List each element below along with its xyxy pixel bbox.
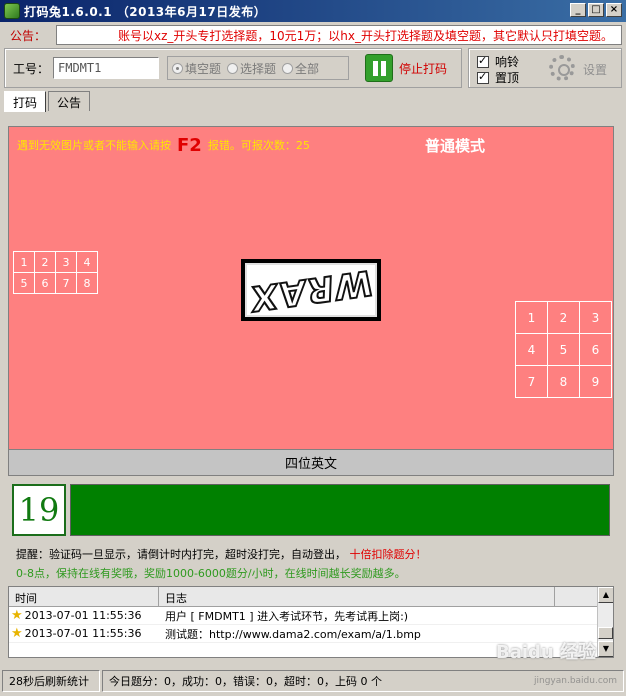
star-icon: ★ [11, 608, 23, 623]
radio-choice-dot[interactable] [227, 62, 239, 74]
radio-fill-label: 填空题 [185, 61, 222, 76]
topmost-checkbox[interactable]: 置顶 [477, 69, 519, 86]
log-message: 用户 [ FMDMT1 ] 进入考试环节，先考试再上岗:) [165, 609, 409, 623]
scroll-up-icon[interactable]: ▲ [598, 587, 613, 603]
log-time: 2013-07-01 11:55:36 [24, 627, 142, 640]
captcha-type-label: 四位英文 [8, 450, 614, 476]
log-time-cell: ★ 2013-07-01 11:55:36 [9, 627, 159, 640]
title-bar: 打码兔1.6.0.1 （2013年6月17日发布） _ □ × [0, 0, 626, 22]
radio-all[interactable]: 全部 [282, 60, 319, 77]
tab-bar: 打码 公告 [4, 91, 92, 112]
ring-check-icon[interactable] [477, 54, 489, 68]
big-grid-cell[interactable]: 1 [515, 301, 548, 334]
watermark-url: jingyan.baidu.com [534, 676, 618, 686]
minimize-button[interactable]: _ [570, 3, 586, 17]
log-time: 2013-07-01 11:55:36 [24, 609, 142, 622]
radio-fill[interactable]: 填空题 [172, 60, 221, 77]
mode-title: 普通模式 [425, 137, 486, 155]
f2-key-label: F2 [177, 135, 202, 156]
big-grid-cell[interactable]: 9 [579, 365, 612, 398]
app-icon [4, 3, 20, 19]
topmost-label: 置顶 [495, 71, 520, 85]
small-grid-cell[interactable]: 8 [76, 272, 98, 294]
log-scrollbar[interactable]: ▲ ▼ [597, 587, 613, 657]
ring-label: 响铃 [495, 55, 520, 69]
radio-choice[interactable]: 选择题 [227, 60, 276, 77]
small-grid-cell[interactable]: 4 [76, 251, 98, 273]
big-grid-cell[interactable]: 5 [547, 333, 580, 366]
captcha-image: WRAX [241, 259, 381, 321]
big-grid-cell[interactable]: 3 [579, 301, 612, 334]
log-header-log[interactable]: 日志 [159, 587, 555, 606]
maximize-button[interactable]: □ [588, 3, 604, 17]
big-grid-cell[interactable]: 6 [579, 333, 612, 366]
radio-all-dot[interactable] [282, 62, 294, 74]
big-grid-cell[interactable]: 4 [515, 333, 548, 366]
scroll-thumb[interactable] [598, 627, 613, 639]
radio-fill-dot[interactable] [172, 62, 183, 74]
log-row[interactable]: ★ 2013-07-01 11:55:36 用户 [ FMDMT1 ] 进入考试… [9, 607, 613, 625]
big-number-grid: 1 2 3 4 5 6 7 8 9 [515, 301, 612, 398]
captcha-panel: 遇到无效图片或者不能输入请按 F2 报错。可报次数：25 普通模式 1 2 3 4 … [8, 126, 614, 450]
hint-text-after: 报错。可报次数：25 [207, 139, 310, 152]
close-button[interactable]: × [606, 3, 622, 17]
pause-icon[interactable] [365, 54, 393, 82]
options-group: 响铃 置顶 设置 [468, 48, 622, 88]
report-hint: 遇到无效图片或者不能输入请按 F2 报错。可报次数：25 [17, 135, 310, 156]
small-grid-cell[interactable]: 5 [13, 272, 35, 294]
reminder-penalty: 十倍扣除题分！ [349, 548, 427, 561]
status-bar: 28秒后刷新统计 今日题分：0，成功：0，错误：0，超时：0，上码 0 个 [2, 670, 624, 692]
notice-marquee: 账号以xz_开头专打选择题，10元1万；以hx_开头打选择题及填空题，其它默认只… [56, 25, 622, 45]
small-grid-cell[interactable]: 6 [34, 272, 56, 294]
answer-input-area[interactable] [70, 484, 610, 536]
gear-icon[interactable] [549, 55, 575, 81]
captcha-text: WRAX [248, 260, 374, 320]
log-header: 时间 日志 [9, 587, 613, 607]
radio-choice-label: 选择题 [240, 61, 277, 76]
big-grid-cell[interactable]: 2 [547, 301, 580, 334]
settings-button[interactable]: 设置 [583, 61, 607, 78]
tab-notice[interactable]: 公告 [48, 91, 91, 111]
small-grid-cell[interactable]: 2 [34, 251, 56, 273]
watermark: Baidu 经验 [496, 642, 597, 663]
reward-text: 0-8点，保持在线有奖哦，奖励1000-6000题分/小时，在线时间越长奖励越多… [16, 567, 406, 580]
log-header-time[interactable]: 时间 [9, 587, 159, 606]
countdown-timer: 19 [12, 484, 66, 536]
window-title: 打码兔1.6.0.1 （2013年6月17日发布） [24, 4, 267, 19]
tab-dama[interactable]: 打码 [4, 91, 47, 112]
small-grid-cell[interactable]: 1 [13, 251, 35, 273]
scroll-down-icon[interactable]: ▼ [598, 641, 613, 657]
workno-input[interactable] [53, 57, 159, 79]
reminder-text: 提醒：验证码一旦显示，请倒计时内打完，超时没打完，自动登出， 十倍扣除题分！ [16, 546, 427, 562]
log-time-cell: ★ 2013-07-01 11:55:36 [9, 609, 159, 622]
big-grid-cell[interactable]: 8 [547, 365, 580, 398]
refresh-status: 28秒后刷新统计 [2, 670, 100, 692]
notice-label: 公告： [10, 28, 47, 43]
small-grid-cell[interactable]: 3 [55, 251, 77, 273]
window-controls: _ □ × [570, 3, 622, 17]
small-number-grid: 1 2 3 4 5 6 7 8 [13, 251, 98, 294]
notice-row: 公告： 账号以xz_开头专打选择题，10元1万；以hx_开头打选择题及填空题，其… [4, 24, 622, 46]
stop-button[interactable]: 停止打码 [399, 60, 447, 77]
radio-all-label: 全部 [295, 61, 320, 76]
captcha-canvas: WRAX [245, 260, 377, 320]
workno-label: 工号： [13, 61, 50, 76]
reminder-main: 提醒：验证码一旦显示，请倒计时内打完，超时没打完，自动登出， [16, 548, 346, 561]
small-grid-cell[interactable]: 7 [55, 272, 77, 294]
mode-radio-group: 填空题 选择题 全部 [167, 56, 349, 80]
hint-text-before: 遇到无效图片或者不能输入请按 [17, 139, 171, 152]
big-grid-cell[interactable]: 7 [515, 365, 548, 398]
star-icon: ★ [11, 626, 23, 641]
topmost-check-icon[interactable] [477, 70, 489, 84]
ring-checkbox[interactable]: 响铃 [477, 53, 519, 70]
control-group: 工号： 填空题 选择题 全部 停止打码 [4, 48, 462, 88]
